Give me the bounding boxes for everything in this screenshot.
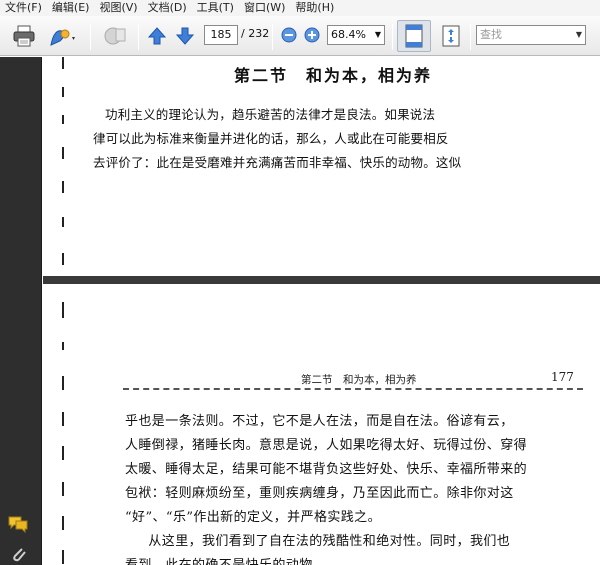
full-screen-button[interactable] [437, 20, 465, 52]
text-line: 包袱：轻则麻烦纷至，重则疾病缠身，乃至因此而亡。除非你对这 [125, 486, 514, 501]
toolbar-separator [90, 24, 91, 50]
chevron-down-icon: ▼ [374, 30, 381, 39]
margin-mark [62, 302, 64, 318]
find-placeholder: 查找 [480, 28, 502, 41]
page-number: 177 [551, 370, 574, 384]
text-line: 人睡倒禄，猪睡长肉。意思是说，人如果吃得太好、玩得过份、穿得 [125, 438, 528, 453]
attachments-button[interactable] [8, 545, 30, 565]
menu-view[interactable]: 视图(V) [94, 0, 142, 16]
toolbar-separator [138, 24, 139, 50]
menu-edit[interactable]: 编辑(E) [47, 0, 95, 16]
menu-file[interactable]: 文件(F) [0, 0, 47, 16]
next-page-icon [175, 27, 195, 45]
zoom-in-button[interactable] [303, 26, 321, 44]
margin-mark [62, 446, 64, 460]
page-total: / 232 [241, 27, 270, 40]
text-line: 乎也是一条法则。不过，它不是人在法，而是自在法。俗谚有云， [125, 414, 514, 429]
chapter-title: 第二节 和为本，相为养 [233, 66, 432, 85]
toolbar-separator [272, 24, 273, 50]
margin-mark [62, 181, 64, 193]
comments-icon [8, 516, 28, 534]
text-line: 看到，此在的确不是快乐的动物。 [125, 554, 595, 565]
margin-mark [62, 115, 64, 124]
prev-page-icon [147, 27, 167, 45]
find-input[interactable]: 查找 ▼ [476, 25, 586, 45]
pdf-page: 第二节 和为本，相为养 功利主义的理论认为，趋乐避苦的法律才是良法。如果说法 律… [43, 57, 600, 276]
margin-mark [62, 376, 64, 390]
toolbar-separator [392, 24, 393, 50]
margin-mark [62, 516, 64, 530]
margin-mark [62, 253, 64, 265]
header-rule [123, 388, 583, 390]
fit-width-button[interactable] [397, 20, 431, 52]
page-number-input[interactable]: 185 [204, 25, 238, 45]
sign-icon [50, 29, 75, 46]
margin-mark [62, 217, 64, 227]
text-line: “好”、“乐”作出新的定义，并严格实践之。 [125, 510, 381, 525]
zoom-value: 68.4% [331, 28, 366, 41]
zoom-out-icon [281, 27, 297, 43]
menu-tools[interactable]: 工具(T) [192, 0, 239, 16]
running-head: 第二节 和为本，相为养 [301, 374, 417, 386]
margin-mark [62, 87, 64, 97]
sign-button[interactable] [46, 24, 80, 48]
margin-mark [62, 482, 64, 496]
margin-mark [62, 550, 64, 564]
toolbar-separator [470, 24, 471, 50]
menu-document[interactable]: 文档(D) [143, 0, 192, 16]
margin-mark [62, 147, 64, 159]
text-line: 去评价了：此在是受磨难并充满痛苦而非幸福、快乐的动物。这似 [93, 155, 462, 170]
pdf-page: 第二节 和为本，相为养 177 乎也是一条法则。不过，它不是人在法，而是自在法。… [43, 284, 600, 565]
text-line: 律可以此为标准来衡量并进化的话，那么，人或此在可能要相反 [93, 131, 449, 146]
margin-mark [62, 412, 64, 426]
menu-bar: 文件(F) 编辑(E) 视图(V) 文档(D) 工具(T) 窗口(W) 帮助(H… [0, 0, 600, 16]
print-button[interactable] [10, 24, 38, 48]
menu-window[interactable]: 窗口(W) [239, 0, 290, 16]
zoom-select[interactable]: 68.4% ▼ [327, 25, 385, 45]
previous-page-button[interactable] [146, 24, 168, 48]
collaborate-icon [104, 27, 126, 45]
zoom-in-icon [304, 27, 320, 43]
chevron-down-icon: ▼ [575, 30, 582, 39]
navigation-panel [0, 57, 42, 565]
document-viewer[interactable]: 第二节 和为本，相为养 功利主义的理论认为，趋乐避苦的法律才是良法。如果说法 律… [43, 57, 600, 565]
attachments-icon [13, 548, 26, 562]
margin-mark [62, 57, 64, 69]
text-line: 功利主义的理论认为，趋乐避苦的法律才是良法。如果说法 [105, 107, 436, 122]
menu-help[interactable]: 帮助(H) [290, 0, 339, 16]
collaborate-button[interactable] [100, 24, 130, 48]
text-line: 从这里，我们看到了自在法的残酷性和绝对性。同时，我们也 [135, 534, 511, 549]
text-line: 太暖、睡得太足，结果可能不堪背负这些好处、快乐、幸福所带来的 [125, 462, 528, 477]
next-page-button[interactable] [174, 24, 196, 48]
toolbar: 185 / 232 68.4% ▼ 查找 ▼ [0, 16, 600, 56]
zoom-out-button[interactable] [280, 26, 298, 44]
comments-button[interactable] [6, 513, 30, 535]
full-screen-icon [442, 25, 460, 47]
print-icon [13, 25, 35, 47]
fit-width-icon [405, 24, 423, 48]
margin-mark [62, 342, 64, 350]
